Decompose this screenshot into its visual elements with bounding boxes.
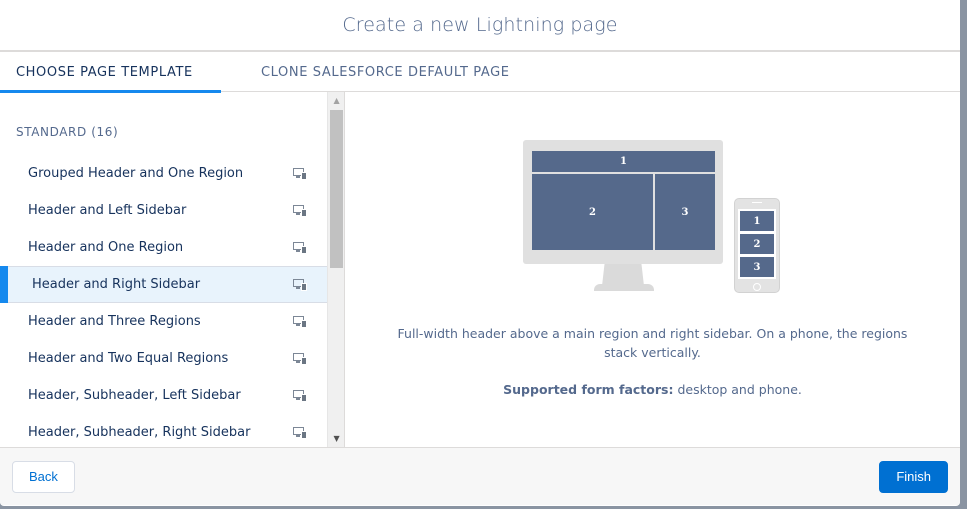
scroll-down-arrow-icon[interactable]: ▼ [328, 430, 345, 447]
desktop-and-phone-icon [293, 426, 308, 439]
desktop-and-phone-icon [293, 167, 308, 180]
supported-form-factors: Supported form factors: desktop and phon… [345, 382, 960, 397]
phone-home-button [753, 283, 761, 291]
template-list-item[interactable]: Header and Three Regions [0, 303, 327, 340]
template-list-pane: STANDARD (16) Grouped Header and One Reg… [0, 92, 345, 447]
template-list-item-label: Header and One Region [28, 240, 184, 255]
desktop-and-phone-icon [293, 278, 308, 291]
section-title-standard: STANDARD (16) [16, 125, 119, 139]
template-list-item[interactable]: Header and Two Equal Regions [0, 340, 327, 377]
phone-region-1: 1 [740, 211, 774, 231]
supported-form-factors-value: desktop and phone. [673, 382, 802, 397]
template-list-item-label: Header and Three Regions [28, 314, 201, 329]
desktop-and-phone-icon [293, 315, 308, 328]
template-list-item[interactable]: Header and Right Sidebar [0, 266, 328, 303]
template-preview-pane: 1 2 3 1 2 3 Full-width header above a ma… [345, 92, 960, 447]
desktop-monitor-illustration: 1 2 3 [523, 140, 723, 264]
modal-title: Create a new Lightning page [342, 14, 618, 36]
template-list-item-label: Header and Right Sidebar [32, 277, 201, 292]
tab-clone-salesforce-default-page[interactable]: Clone Salesforce Default Page [221, 52, 510, 92]
scroll-thumb[interactable] [330, 110, 344, 268]
phone-region-2: 2 [740, 234, 774, 254]
template-list-item-label: Grouped Header and One Region [28, 166, 244, 181]
desktop-and-phone-icon [293, 352, 308, 365]
template-list-item-label: Header and Left Sidebar [28, 203, 187, 218]
template-list-item[interactable]: Grouped Header and One Region [0, 155, 327, 192]
template-list-item[interactable]: Header and One Region [0, 229, 327, 266]
desktop-region-1: 1 [532, 151, 715, 172]
supported-form-factors-label: Supported form factors: [503, 382, 674, 397]
template-list-item[interactable]: Header and Left Sidebar [0, 192, 327, 229]
monitor-stand [602, 264, 644, 286]
desktop-region-3: 3 [655, 174, 715, 250]
scroll-up-arrow-icon[interactable]: ▲ [328, 92, 345, 109]
back-button[interactable]: Back [12, 460, 75, 493]
finish-button[interactable]: Finish [879, 460, 948, 493]
new-lightning-page-modal: Create a new Lightning page Choose Page … [0, 0, 960, 506]
template-list-item[interactable]: Header, Subheader, Left Sidebar [0, 377, 327, 414]
template-list-item-label: Header and Two Equal Regions [28, 351, 229, 366]
tab-bar: Choose Page Template Clone Salesforce De… [0, 52, 960, 93]
layout-illustration: 1 2 3 1 2 3 [523, 140, 783, 300]
monitor-base [594, 284, 654, 291]
modal-footer: Back Finish [0, 448, 960, 505]
desktop-and-phone-icon [293, 241, 308, 254]
modal-header: Create a new Lightning page [0, 0, 960, 52]
phone-speaker [752, 202, 762, 203]
template-list-item[interactable]: Header, Subheader, Right Sidebar [0, 414, 327, 447]
tab-choose-page-template[interactable]: Choose Page Template [0, 52, 221, 93]
list-scrollbar[interactable]: ▲ ▼ [327, 92, 344, 447]
template-list-item-label: Header, Subheader, Right Sidebar [28, 425, 251, 440]
phone-region-3: 3 [740, 257, 774, 277]
desktop-region-2: 2 [532, 174, 653, 250]
template-list: STANDARD (16) Grouped Header and One Reg… [0, 92, 328, 447]
phone-illustration: 1 2 3 [734, 198, 780, 293]
desktop-and-phone-icon [293, 389, 308, 402]
desktop-and-phone-icon [293, 204, 308, 217]
phone-screen: 1 2 3 [738, 209, 776, 279]
template-description: Full-width header above a main region an… [397, 326, 908, 360]
template-list-item-label: Header, Subheader, Left Sidebar [28, 388, 241, 403]
content-area: STANDARD (16) Grouped Header and One Reg… [0, 92, 960, 448]
